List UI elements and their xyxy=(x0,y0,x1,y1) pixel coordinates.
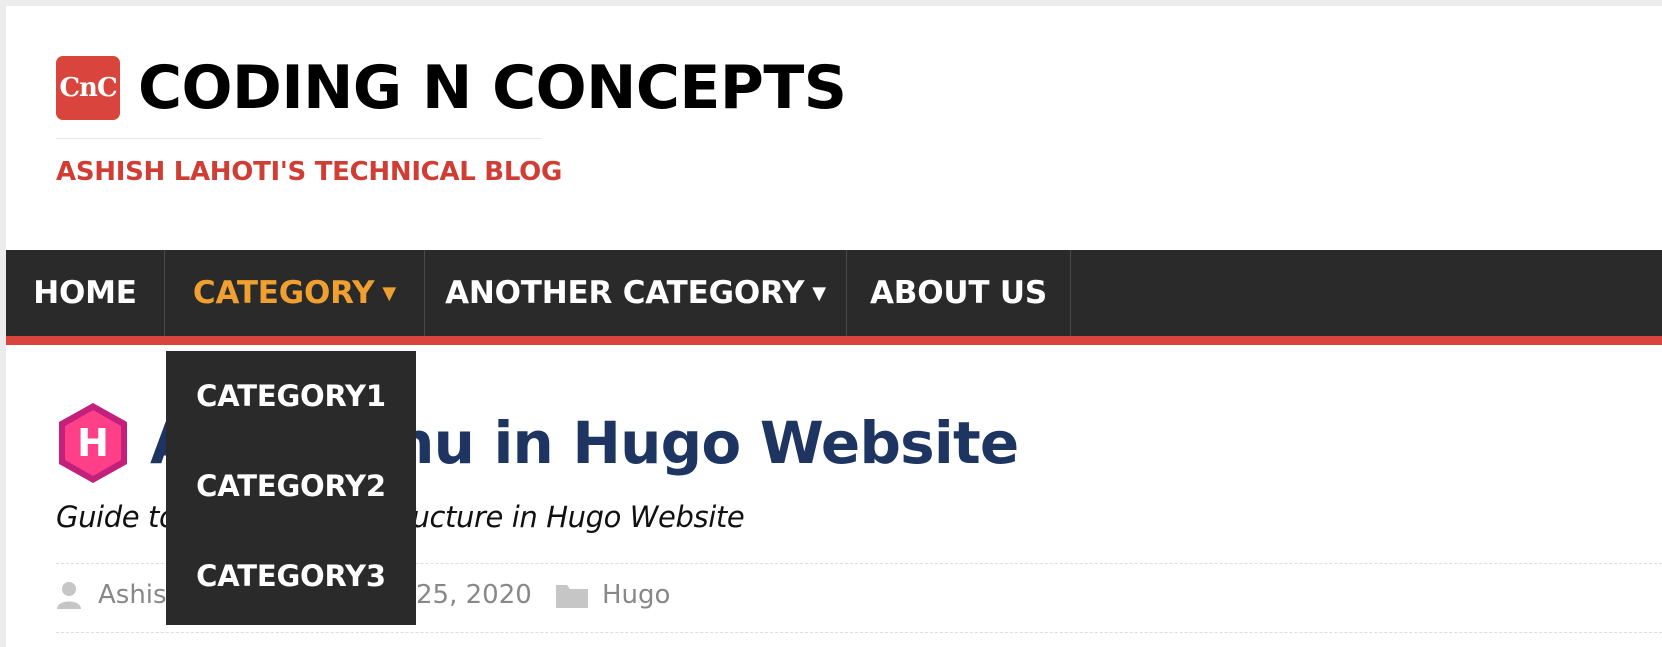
meta-author: Ashish xyxy=(56,580,183,610)
page: CnC CODING N CONCEPTS ASHISH LAHOTI'S TE… xyxy=(6,6,1662,647)
user-icon xyxy=(57,582,81,609)
dropdown-item-category2[interactable]: CATEGORY2 xyxy=(166,441,416,531)
nav-item-label: ANOTHER CATEGORY xyxy=(445,275,805,311)
dropdown-item-category1[interactable]: CATEGORY1 xyxy=(166,351,416,441)
nav-item-another-category[interactable]: ANOTHER CATEGORY ▼ xyxy=(425,250,847,336)
main-nav: HOME CATEGORY ▼ ANOTHER CATEGORY ▼ ABOUT… xyxy=(6,250,1662,345)
hugo-icon: H xyxy=(59,403,127,483)
site-tagline: ASHISH LAHOTI'S TECHNICAL BLOG xyxy=(56,157,563,187)
tagline-wrap: ASHISH LAHOTI'S TECHNICAL BLOG xyxy=(56,138,563,187)
nav-item-label: CATEGORY xyxy=(192,275,375,311)
category-link[interactable]: Hugo xyxy=(602,580,670,610)
caret-down-icon: ▼ xyxy=(812,282,826,304)
nav-item-label: ABOUT US xyxy=(870,275,1047,311)
article-meta: Ashish 25, 2020 Hugo xyxy=(56,580,670,610)
meta-date: 25, 2020 xyxy=(416,580,532,610)
nav-item-category[interactable]: CATEGORY ▼ xyxy=(165,250,425,336)
nav-item-about-us[interactable]: ABOUT US xyxy=(847,250,1071,336)
logo-row[interactable]: CnC CODING N CONCEPTS xyxy=(56,56,847,120)
divider xyxy=(56,632,1662,633)
nav-item-home[interactable]: HOME xyxy=(6,250,165,336)
caret-down-icon: ▼ xyxy=(382,282,397,304)
dropdown-item-category3[interactable]: CATEGORY3 xyxy=(166,531,416,621)
meta-category: Hugo xyxy=(556,580,670,610)
nav-item-label: HOME xyxy=(33,275,137,311)
site-header: CnC CODING N CONCEPTS ASHISH LAHOTI'S TE… xyxy=(56,56,847,187)
svg-text:H: H xyxy=(77,421,109,465)
folder-icon xyxy=(556,585,588,608)
site-title[interactable]: CODING N CONCEPTS xyxy=(138,58,847,118)
category-dropdown: CATEGORY1 CATEGORY2 CATEGORY3 xyxy=(166,351,416,625)
site-logo[interactable]: CnC xyxy=(56,56,120,120)
